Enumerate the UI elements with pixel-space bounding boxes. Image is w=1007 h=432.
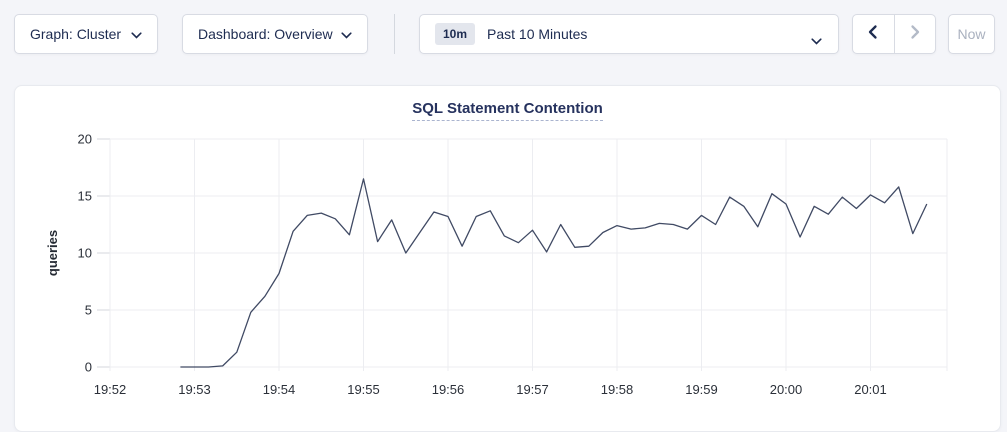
- time-step-controls: [852, 14, 936, 54]
- now-button[interactable]: Now: [948, 14, 995, 54]
- graph-dropdown-label: Graph: Cluster: [30, 26, 121, 42]
- y-tick-label: 5: [85, 303, 92, 318]
- x-tick-label: 19:59: [685, 382, 718, 397]
- sql-statement-contention-chart[interactable]: 0 5 10 15 20 19:52 19:53 19:54 19:55 19:56 19:57 19…: [15, 124, 1000, 431]
- series-line-queries: [180, 179, 926, 367]
- y-tick-label: 10: [78, 246, 92, 261]
- time-window-badge: 10m: [435, 23, 475, 45]
- metrics-toolbar: Graph: Cluster Dashboard: Overview 10m P…: [0, 0, 1007, 68]
- x-tick-label: 19:58: [601, 382, 634, 397]
- step-back-button[interactable]: [853, 15, 894, 53]
- x-tick-label: 19:54: [263, 382, 296, 397]
- chart-card: SQL Statement Contention 0 5 10 15 20 19:52 19…: [14, 85, 1001, 432]
- x-tick-label: 20:01: [854, 382, 887, 397]
- dashboard-dropdown-label: Dashboard: Overview: [198, 26, 333, 42]
- y-tick-label: 20: [78, 132, 92, 147]
- x-tick-label: 20:00: [770, 382, 803, 397]
- toolbar-divider: [394, 14, 395, 54]
- time-window-label: Past 10 Minutes: [487, 26, 587, 42]
- x-tick-label: 19:52: [94, 382, 127, 397]
- chevron-left-icon: [866, 24, 880, 45]
- chevron-right-icon: [908, 24, 922, 45]
- x-tick-label: 19:56: [432, 382, 465, 397]
- now-button-label: Now: [957, 26, 985, 42]
- graph-dropdown[interactable]: Graph: Cluster: [14, 14, 158, 54]
- step-forward-button[interactable]: [894, 15, 936, 53]
- x-tick-label: 19:57: [516, 382, 549, 397]
- chevron-down-icon: [811, 32, 822, 48]
- chevron-down-icon: [131, 26, 142, 42]
- y-axis-title: queries: [45, 230, 60, 276]
- dashboard-dropdown[interactable]: Dashboard: Overview: [182, 14, 368, 54]
- chart-title[interactable]: SQL Statement Contention: [412, 100, 603, 121]
- x-tick-label: 19:53: [178, 382, 211, 397]
- x-tick-label: 19:55: [347, 382, 380, 397]
- chart-title-row: SQL Statement Contention: [15, 86, 1000, 124]
- y-tick-label: 0: [85, 360, 92, 375]
- y-tick-label: 15: [78, 189, 92, 204]
- chevron-down-icon: [341, 26, 352, 42]
- time-range-picker[interactable]: 10m Past 10 Minutes: [419, 14, 839, 54]
